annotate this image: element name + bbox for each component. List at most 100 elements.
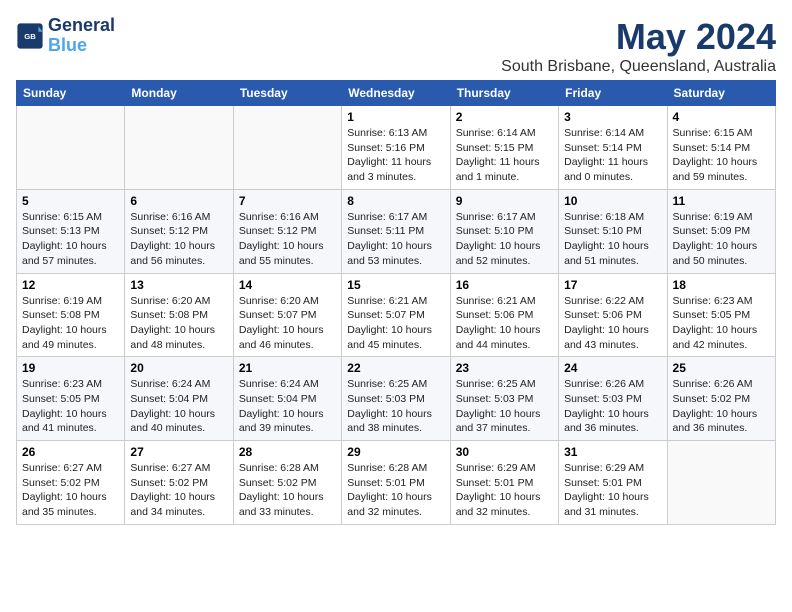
day-number: 20 bbox=[130, 361, 227, 375]
day-number: 5 bbox=[22, 194, 119, 208]
day-info: Sunrise: 6:29 AM Sunset: 5:01 PM Dayligh… bbox=[456, 461, 553, 520]
calendar-table: SundayMondayTuesdayWednesdayThursdayFrid… bbox=[16, 80, 776, 525]
calendar-cell: 24Sunrise: 6:26 AM Sunset: 5:03 PM Dayli… bbox=[559, 357, 667, 441]
calendar-cell bbox=[667, 441, 775, 525]
dow-header-thursday: Thursday bbox=[450, 81, 558, 106]
day-info: Sunrise: 6:29 AM Sunset: 5:01 PM Dayligh… bbox=[564, 461, 661, 520]
day-info: Sunrise: 6:26 AM Sunset: 5:02 PM Dayligh… bbox=[673, 377, 770, 436]
day-number: 7 bbox=[239, 194, 336, 208]
day-info: Sunrise: 6:23 AM Sunset: 5:05 PM Dayligh… bbox=[673, 294, 770, 353]
days-of-week-row: SundayMondayTuesdayWednesdayThursdayFrid… bbox=[17, 81, 776, 106]
day-info: Sunrise: 6:17 AM Sunset: 5:11 PM Dayligh… bbox=[347, 210, 444, 269]
logo-text: General Blue bbox=[48, 16, 115, 56]
day-number: 27 bbox=[130, 445, 227, 459]
calendar-cell: 2 Sunrise: 6:14 AM Sunset: 5:15 PM Daylig… bbox=[450, 106, 558, 190]
calendar-body: 1 Sunrise: 6:13 AM Sunset: 5:16 PM Daylig… bbox=[17, 106, 776, 525]
dow-header-tuesday: Tuesday bbox=[233, 81, 341, 106]
logo: GB General Blue bbox=[16, 16, 115, 56]
day-number: 3 bbox=[564, 110, 661, 124]
logo-line1: General bbox=[48, 16, 115, 36]
calendar-cell: 22Sunrise: 6:25 AM Sunset: 5:03 PM Dayli… bbox=[342, 357, 450, 441]
calendar-cell: 23 Sunrise: 6:25 AM Sunset: 5:03 PM Dayli… bbox=[450, 357, 558, 441]
day-info: Sunrise: 6:16 AM Sunset: 5:12 PM Dayligh… bbox=[130, 210, 227, 269]
day-info: Sunrise: 6:19 AM Sunset: 5:09 PM Dayligh… bbox=[673, 210, 770, 269]
calendar-cell: 11 Sunrise: 6:19 AM Sunset: 5:09 PM Dayli… bbox=[667, 189, 775, 273]
day-number: 6 bbox=[130, 194, 227, 208]
calendar-cell: 25 Sunrise: 6:26 AM Sunset: 5:02 PM Dayli… bbox=[667, 357, 775, 441]
day-number: 1 bbox=[347, 110, 444, 124]
day-info: Sunrise: 6:20 AM Sunset: 5:07 PM Dayligh… bbox=[239, 294, 336, 353]
calendar-cell: 18 Sunrise: 6:23 AM Sunset: 5:05 PM Dayli… bbox=[667, 273, 775, 357]
calendar-cell: 3Sunrise: 6:14 AM Sunset: 5:14 PM Daylig… bbox=[559, 106, 667, 190]
calendar-cell bbox=[125, 106, 233, 190]
calendar-cell: 5 Sunrise: 6:15 AM Sunset: 5:13 PM Daylig… bbox=[17, 189, 125, 273]
calendar-week-2: 5 Sunrise: 6:15 AM Sunset: 5:13 PM Daylig… bbox=[17, 189, 776, 273]
calendar-cell: 26 Sunrise: 6:27 AM Sunset: 5:02 PM Dayli… bbox=[17, 441, 125, 525]
day-number: 16 bbox=[456, 278, 553, 292]
title-block: May 2024 South Brisbane, Queensland, Aus… bbox=[501, 16, 776, 76]
day-info: Sunrise: 6:19 AM Sunset: 5:08 PM Dayligh… bbox=[22, 294, 119, 353]
day-info: Sunrise: 6:27 AM Sunset: 5:02 PM Dayligh… bbox=[22, 461, 119, 520]
day-info: Sunrise: 6:28 AM Sunset: 5:01 PM Dayligh… bbox=[347, 461, 444, 520]
calendar-cell: 13 Sunrise: 6:20 AM Sunset: 5:08 PM Dayli… bbox=[125, 273, 233, 357]
calendar-header: SundayMondayTuesdayWednesdayThursdayFrid… bbox=[17, 81, 776, 106]
calendar-subtitle: South Brisbane, Queensland, Australia bbox=[501, 58, 776, 76]
day-info: Sunrise: 6:21 AM Sunset: 5:06 PM Dayligh… bbox=[456, 294, 553, 353]
calendar-cell: 12 Sunrise: 6:19 AM Sunset: 5:08 PM Dayli… bbox=[17, 273, 125, 357]
day-number: 9 bbox=[456, 194, 553, 208]
day-info: Sunrise: 6:13 AM Sunset: 5:16 PM Dayligh… bbox=[347, 126, 444, 185]
calendar-cell: 15Sunrise: 6:21 AM Sunset: 5:07 PM Dayli… bbox=[342, 273, 450, 357]
day-info: Sunrise: 6:28 AM Sunset: 5:02 PM Dayligh… bbox=[239, 461, 336, 520]
day-number: 26 bbox=[22, 445, 119, 459]
day-number: 11 bbox=[673, 194, 770, 208]
day-info: Sunrise: 6:27 AM Sunset: 5:02 PM Dayligh… bbox=[130, 461, 227, 520]
day-info: Sunrise: 6:14 AM Sunset: 5:15 PM Dayligh… bbox=[456, 126, 553, 185]
calendar-cell: 28 Sunrise: 6:28 AM Sunset: 5:02 PM Dayli… bbox=[233, 441, 341, 525]
calendar-cell: 4Sunrise: 6:15 AM Sunset: 5:14 PM Daylig… bbox=[667, 106, 775, 190]
day-number: 2 bbox=[456, 110, 553, 124]
day-number: 28 bbox=[239, 445, 336, 459]
day-info: Sunrise: 6:25 AM Sunset: 5:03 PM Dayligh… bbox=[347, 377, 444, 436]
day-info: Sunrise: 6:24 AM Sunset: 5:04 PM Dayligh… bbox=[239, 377, 336, 436]
day-number: 31 bbox=[564, 445, 661, 459]
day-info: Sunrise: 6:20 AM Sunset: 5:08 PM Dayligh… bbox=[130, 294, 227, 353]
day-number: 17 bbox=[564, 278, 661, 292]
day-info: Sunrise: 6:18 AM Sunset: 5:10 PM Dayligh… bbox=[564, 210, 661, 269]
day-info: Sunrise: 6:17 AM Sunset: 5:10 PM Dayligh… bbox=[456, 210, 553, 269]
day-number: 23 bbox=[456, 361, 553, 375]
dow-header-saturday: Saturday bbox=[667, 81, 775, 106]
calendar-cell: 29Sunrise: 6:28 AM Sunset: 5:01 PM Dayli… bbox=[342, 441, 450, 525]
day-number: 12 bbox=[22, 278, 119, 292]
calendar-cell bbox=[233, 106, 341, 190]
day-number: 30 bbox=[456, 445, 553, 459]
day-number: 14 bbox=[239, 278, 336, 292]
calendar-cell: 30 Sunrise: 6:29 AM Sunset: 5:01 PM Dayli… bbox=[450, 441, 558, 525]
day-info: Sunrise: 6:22 AM Sunset: 5:06 PM Dayligh… bbox=[564, 294, 661, 353]
calendar-cell: 14 Sunrise: 6:20 AM Sunset: 5:07 PM Dayli… bbox=[233, 273, 341, 357]
calendar-cell: 21 Sunrise: 6:24 AM Sunset: 5:04 PM Dayli… bbox=[233, 357, 341, 441]
calendar-week-1: 1 Sunrise: 6:13 AM Sunset: 5:16 PM Daylig… bbox=[17, 106, 776, 190]
day-info: Sunrise: 6:25 AM Sunset: 5:03 PM Dayligh… bbox=[456, 377, 553, 436]
day-info: Sunrise: 6:15 AM Sunset: 5:14 PM Dayligh… bbox=[673, 126, 770, 185]
day-number: 21 bbox=[239, 361, 336, 375]
day-info: Sunrise: 6:26 AM Sunset: 5:03 PM Dayligh… bbox=[564, 377, 661, 436]
day-info: Sunrise: 6:24 AM Sunset: 5:04 PM Dayligh… bbox=[130, 377, 227, 436]
dow-header-sunday: Sunday bbox=[17, 81, 125, 106]
dow-header-wednesday: Wednesday bbox=[342, 81, 450, 106]
dow-header-monday: Monday bbox=[125, 81, 233, 106]
calendar-cell bbox=[17, 106, 125, 190]
calendar-cell: 10Sunrise: 6:18 AM Sunset: 5:10 PM Dayli… bbox=[559, 189, 667, 273]
day-number: 25 bbox=[673, 361, 770, 375]
calendar-cell: 27 Sunrise: 6:27 AM Sunset: 5:02 PM Dayli… bbox=[125, 441, 233, 525]
calendar-week-4: 19Sunrise: 6:23 AM Sunset: 5:05 PM Dayli… bbox=[17, 357, 776, 441]
day-number: 13 bbox=[130, 278, 227, 292]
calendar-cell: 16 Sunrise: 6:21 AM Sunset: 5:06 PM Dayli… bbox=[450, 273, 558, 357]
day-number: 8 bbox=[347, 194, 444, 208]
dow-header-friday: Friday bbox=[559, 81, 667, 106]
day-number: 19 bbox=[22, 361, 119, 375]
day-number: 15 bbox=[347, 278, 444, 292]
day-info: Sunrise: 6:15 AM Sunset: 5:13 PM Dayligh… bbox=[22, 210, 119, 269]
day-number: 18 bbox=[673, 278, 770, 292]
calendar-title: May 2024 bbox=[501, 16, 776, 58]
calendar-cell: 20 Sunrise: 6:24 AM Sunset: 5:04 PM Dayli… bbox=[125, 357, 233, 441]
